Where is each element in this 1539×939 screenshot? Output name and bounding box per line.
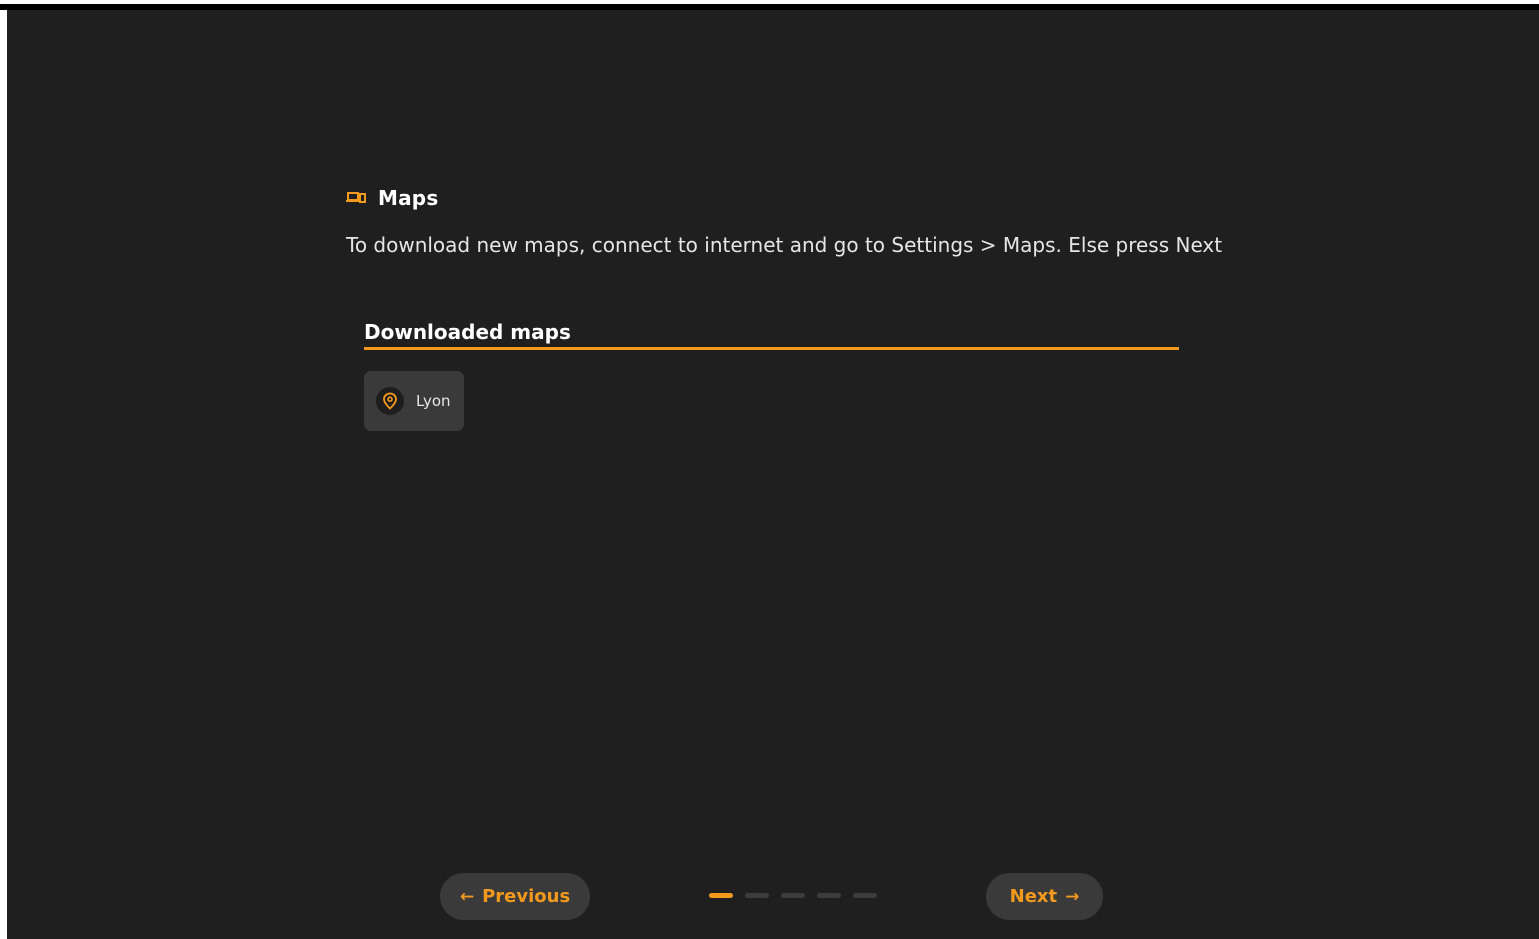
downloaded-maps-section: Downloaded maps (364, 320, 1179, 350)
previous-label: Previous (482, 886, 571, 907)
step-dot-2 (745, 893, 769, 898)
section-title: Downloaded maps (364, 320, 1179, 350)
step-dot-4 (817, 893, 841, 898)
map-pin-icon (376, 387, 404, 415)
page-title: Maps (378, 186, 439, 210)
previous-button[interactable]: ← Previous (440, 873, 590, 920)
next-button[interactable]: Next → (986, 873, 1103, 920)
map-item-lyon[interactable]: Lyon (364, 371, 464, 431)
arrow-right-icon: → (1065, 886, 1080, 907)
setup-screen (7, 10, 1539, 939)
instructions-text: To download new maps, connect to interne… (346, 233, 1223, 257)
devices-icon (346, 191, 366, 205)
step-dot-3 (781, 893, 805, 898)
page-header: Maps (346, 186, 438, 210)
next-label: Next (1009, 886, 1058, 907)
step-dot-1 (709, 893, 733, 898)
arrow-left-icon: ← (459, 886, 475, 907)
step-indicator (709, 893, 877, 898)
step-dot-5 (853, 893, 877, 898)
map-item-label: Lyon (416, 392, 451, 410)
